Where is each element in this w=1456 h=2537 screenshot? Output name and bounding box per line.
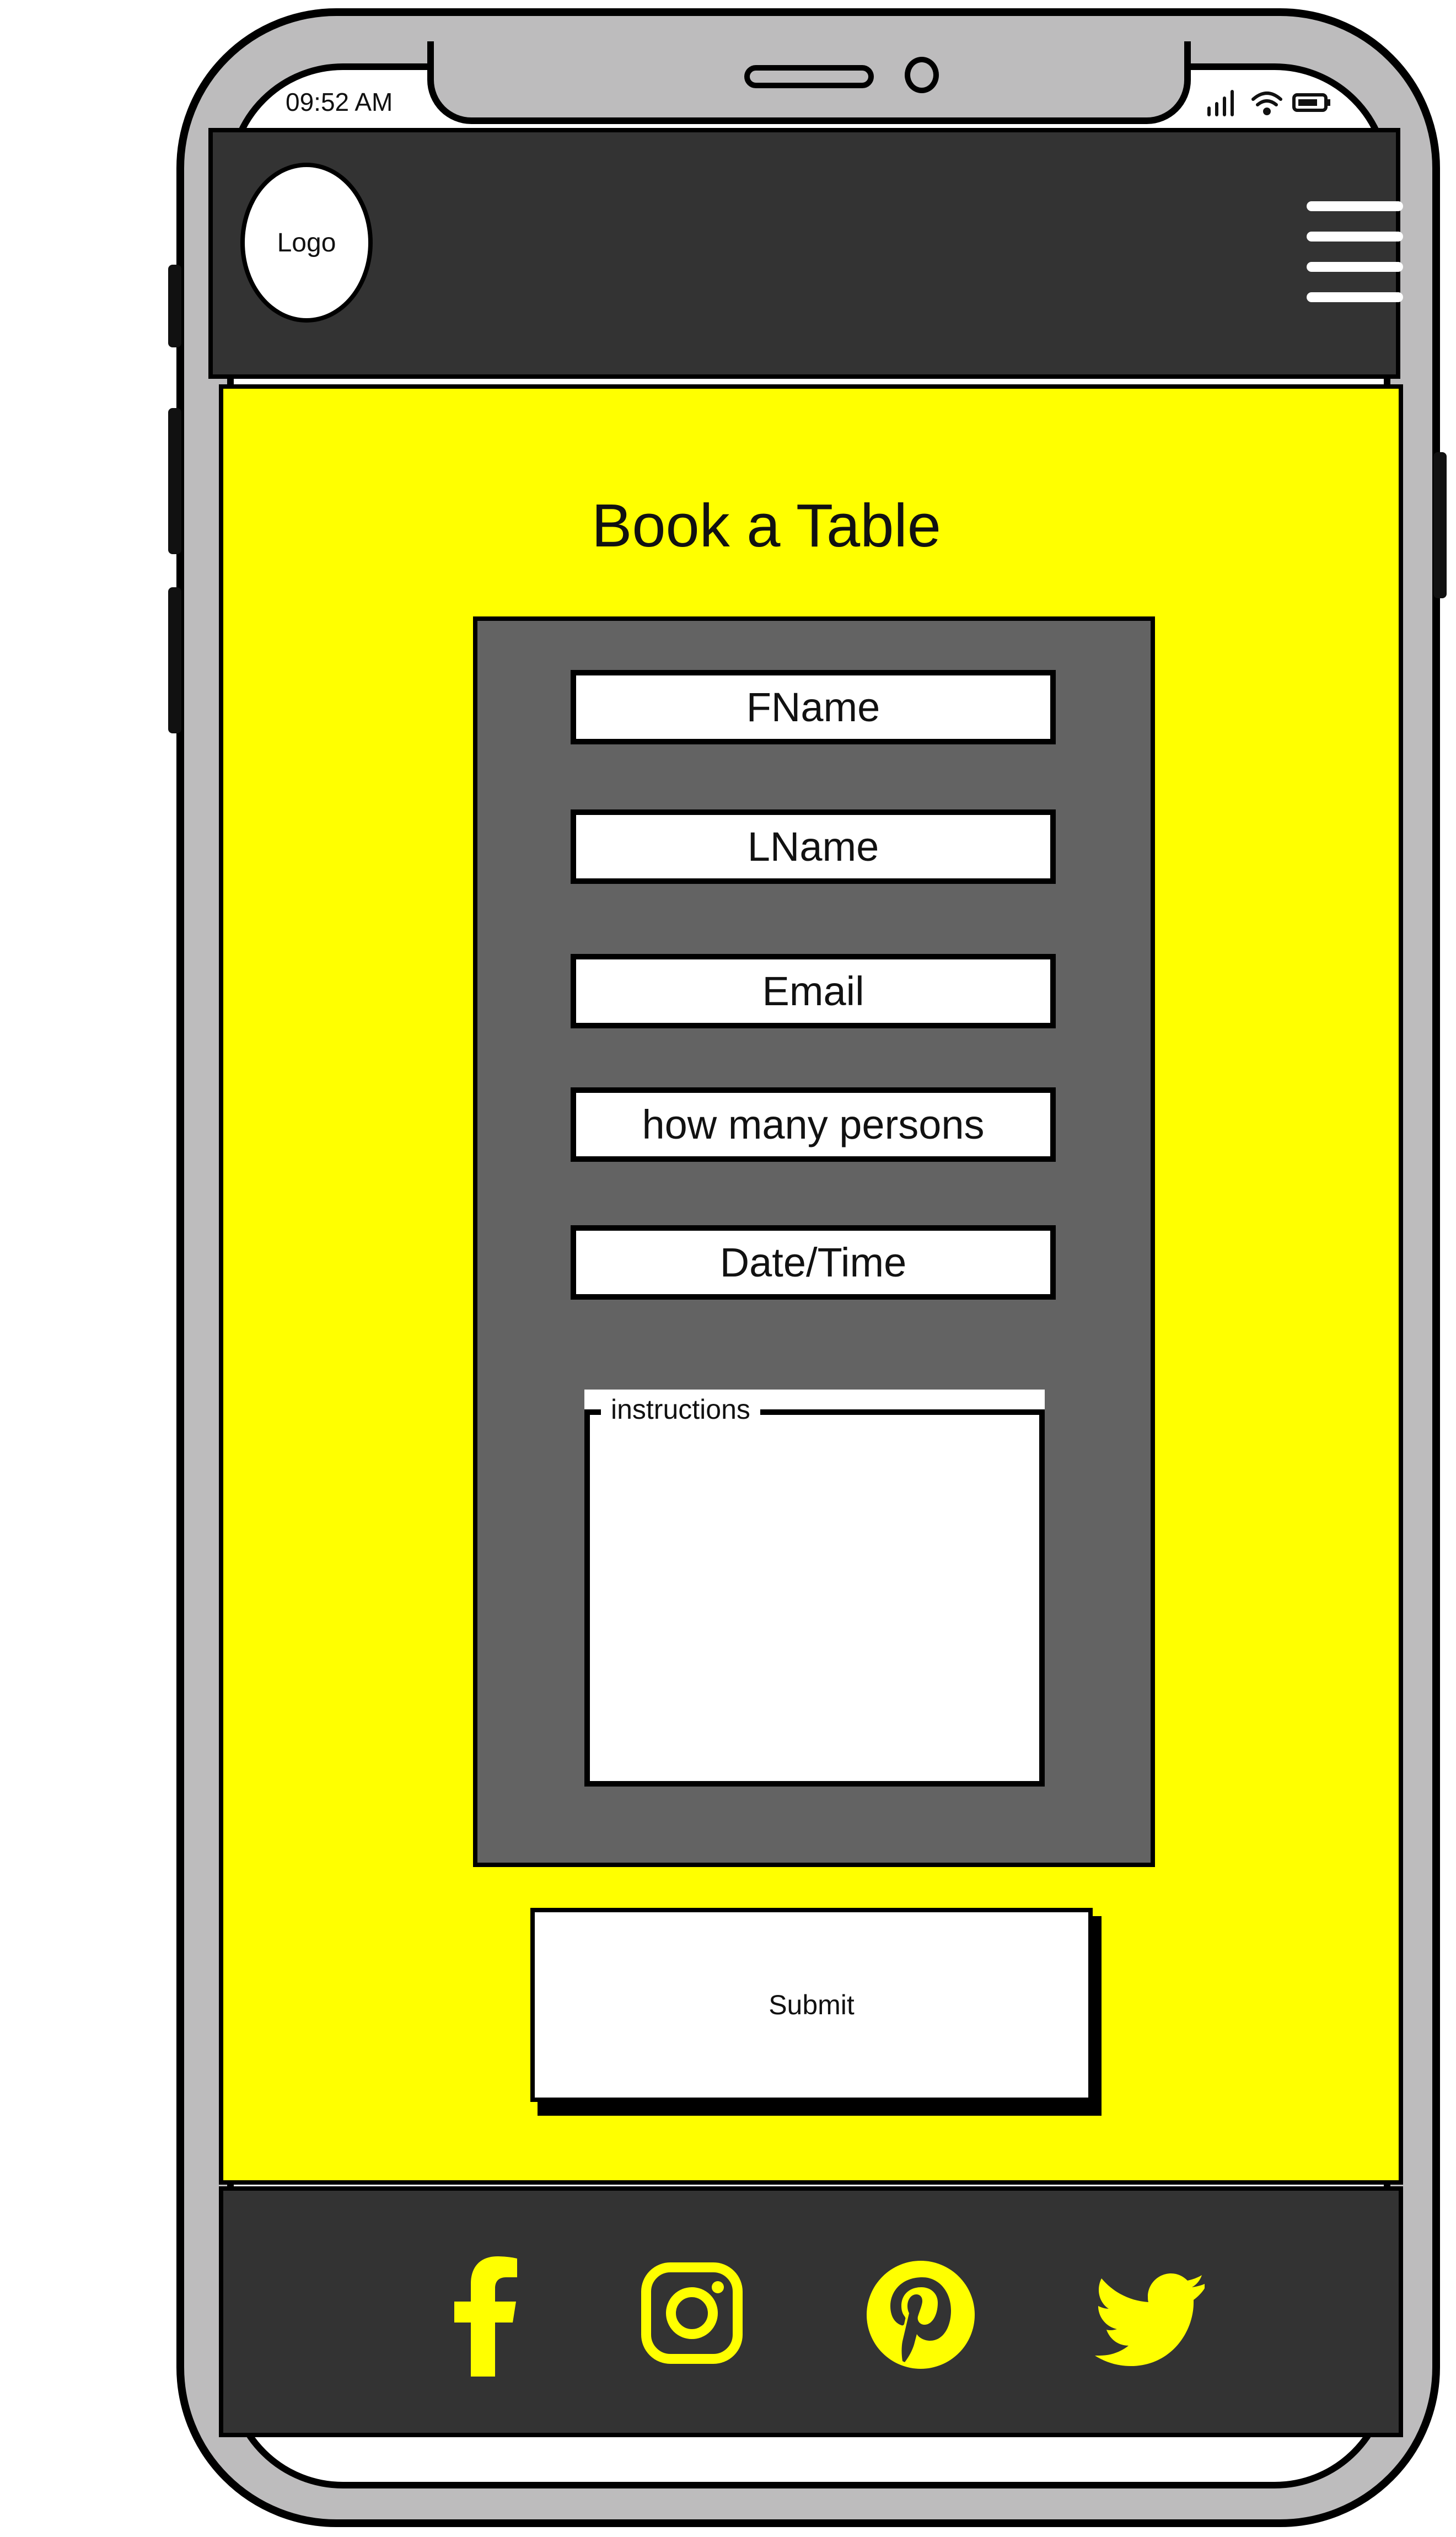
email-input[interactable]: [571, 954, 1056, 1028]
phone-volume-down-button: [168, 587, 181, 733]
front-camera: [905, 57, 939, 93]
battery-icon: [1292, 93, 1330, 112]
page-title: Book a Table: [591, 492, 941, 560]
app-footer: [219, 2186, 1403, 2437]
instructions-textarea[interactable]: [584, 1409, 1045, 1787]
pinterest-icon[interactable]: [863, 2255, 979, 2377]
logo[interactable]: Logo: [240, 163, 373, 323]
wifi-icon: [1251, 92, 1282, 115]
persons-input[interactable]: [571, 1087, 1056, 1162]
instructions-label: instructions: [601, 1390, 760, 1429]
speaker-grille: [744, 65, 874, 88]
datetime-input[interactable]: [571, 1225, 1056, 1300]
facebook-icon[interactable]: [430, 2255, 546, 2377]
hamburger-menu-icon[interactable]: [1307, 201, 1406, 303]
phone-volume-up-button: [168, 408, 181, 554]
phone-side-button: [168, 265, 181, 347]
instructions-group: instructions: [584, 1390, 1045, 1787]
signal-icon: [1207, 90, 1234, 116]
lname-input[interactable]: [571, 809, 1056, 884]
app-header: [208, 128, 1400, 379]
status-icons: [1207, 90, 1330, 116]
instagram-icon[interactable]: [634, 2255, 750, 2377]
phone-power-button: [1433, 452, 1447, 598]
status-time: 09:52 AM: [286, 88, 393, 116]
submit-button[interactable]: Submit: [530, 1908, 1093, 2102]
twitter-icon[interactable]: [1094, 2255, 1210, 2377]
fname-input[interactable]: [571, 670, 1056, 744]
